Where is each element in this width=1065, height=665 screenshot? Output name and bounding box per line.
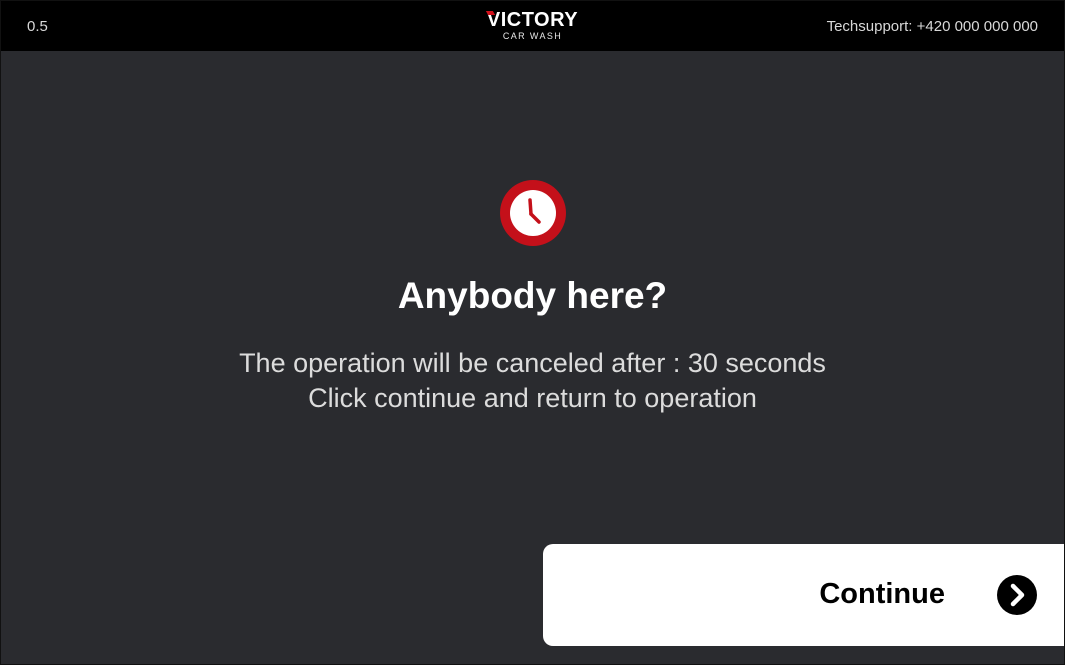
logo-wordmark: VICTORY [487, 9, 578, 31]
techsupport-label: Techsupport: +420 000 000 000 [826, 18, 1038, 35]
dialog-title: Anybody here? [397, 275, 668, 316]
chevron-right-icon [997, 575, 1037, 615]
logo-rest: ICTORY [500, 9, 579, 31]
clock-icon [500, 180, 566, 246]
continue-button[interactable]: Continue [543, 544, 1064, 646]
continue-label: Continue [819, 578, 945, 610]
kiosk-screen: 0.5 VICTORY CAR WASH Techsupport: +420 0… [0, 0, 1065, 665]
top-bar: 0.5 VICTORY CAR WASH Techsupport: +420 0… [1, 1, 1064, 51]
logo-v: V [486, 9, 501, 31]
instruction-text: Click continue and return to operation [308, 383, 757, 413]
timeout-text: The operation will be canceled after : 3… [239, 348, 826, 378]
dialog-message: The operation will be canceled after : 3… [1, 346, 1064, 416]
